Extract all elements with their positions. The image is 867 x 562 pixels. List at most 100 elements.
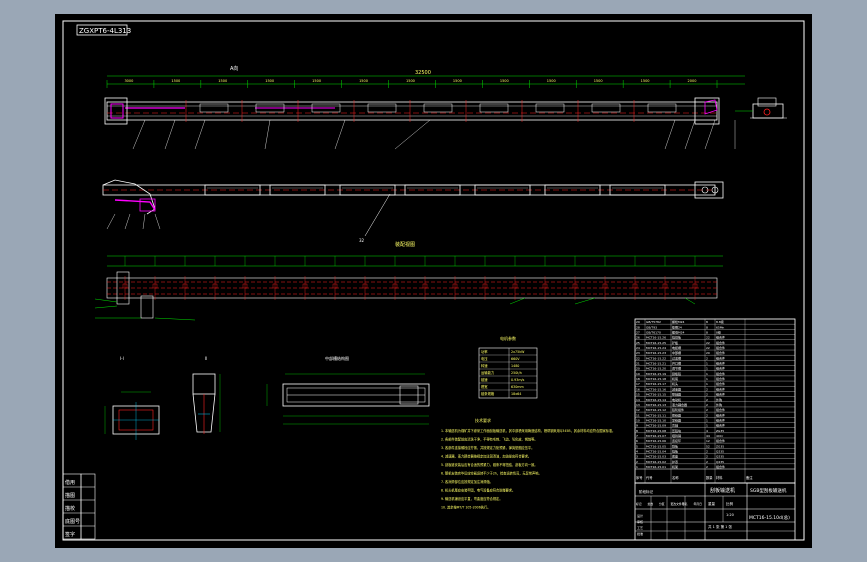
bom-cell: MCT16-15.14 — [646, 398, 666, 402]
section-top-label: A向 — [230, 65, 238, 72]
bom-cell: 拨链器 — [672, 412, 681, 417]
legend-key: 电压 — [481, 356, 488, 361]
bom-cell: 电缆槽 — [672, 345, 681, 350]
svg-text:32: 32 — [359, 238, 365, 243]
bom-cell: 14 — [636, 398, 640, 402]
tb-col: 标记 — [636, 502, 642, 506]
legend-key: 转速 — [481, 363, 488, 368]
bom-cell: MCT16-15.26 — [646, 336, 666, 340]
motor-params-table: 电机参数 功率 2x75kW 电压 660V 转速 1480 运输能力 250t/h 链速 0.9… — [478, 335, 538, 399]
bom-cell: 3 — [636, 455, 638, 459]
technical-notes: 技术要求 1. 本输送机为煤矿井下综采工作面刮板输送机，其中部槽采用铸造结构，槽… — [441, 417, 615, 510]
bom-cell: 9 — [636, 424, 638, 428]
elevation-view: A向 32500 3000 1500 1500 1500 1500 1500 1500 150… — [104, 65, 787, 150]
bom-cell: 外购 — [716, 402, 722, 407]
tb-row: 批准 — [637, 531, 643, 536]
legend-value: 1480 — [511, 364, 519, 368]
bom-cell: 11 — [636, 413, 640, 417]
legend-rows: 功率 2x75kW 电压 660V 转速 1480 运输能力 250t/h 链速 0.93m/s 槽… — [479, 349, 537, 396]
bom-cell: 12 — [706, 439, 710, 443]
detail-b-label: II — [205, 356, 207, 361]
bom-cell: Q235 — [716, 460, 724, 464]
dim-label: 1500 — [265, 79, 274, 83]
bom-cell: 26 — [636, 336, 640, 340]
bom-cell: MCT16-15.05 — [646, 444, 666, 448]
bom-cell: 组合件 — [716, 340, 725, 345]
bom-cell: 27 — [636, 331, 640, 335]
bom-cell: GB/T6170 — [646, 331, 661, 335]
bom-cell: 2 — [706, 449, 708, 453]
bom-cell: MCT16-15.13 — [646, 403, 666, 407]
bom-cell: 机尾 — [672, 376, 678, 381]
bom-cell: 组合件 — [716, 335, 725, 340]
bom-cell: 22 — [706, 341, 710, 345]
bom-cell: 15 — [636, 393, 640, 397]
note-line: 3. 各部件连接螺栓应拧紧，并按规定力矩预紧，弹簧垫圈应压平。 — [441, 445, 534, 450]
bom-cell: 4 — [636, 449, 638, 453]
bom-cell: MCT16-15.02 — [646, 460, 666, 464]
bom-cell: MCT16-15.08 — [646, 429, 666, 433]
bom-cell: 垫圈24 — [672, 324, 682, 329]
bom-cell: 过渡槽 — [672, 355, 681, 360]
bom-cell: 1 — [706, 377, 708, 381]
notes-title: 技术要求 — [475, 417, 491, 423]
legend-key: 功率 — [481, 349, 488, 354]
bom-cell: 7 — [636, 434, 638, 438]
bom-cell: 1 — [706, 424, 708, 428]
bom-header-cell: 材料 — [716, 475, 723, 480]
bom-cell: 10 — [636, 418, 640, 422]
bom-cell: 哑铃销 — [672, 433, 681, 438]
bom-cell: 挡板 — [672, 448, 678, 453]
bom-cell: 24 — [636, 346, 640, 350]
dim-label: 3000 — [124, 79, 133, 83]
legend-title: 电机参数 — [500, 335, 516, 341]
note-line: 2. 各部件装配前应清洗干净，不得有毛刺、飞边、氧化皮、锈蚀等。 — [441, 437, 538, 442]
legend-value: 2x75kW — [511, 350, 525, 354]
bom-cell: 25 — [636, 341, 640, 345]
bom-cell: 16 — [636, 387, 640, 391]
overall-length: 32500 — [415, 70, 431, 76]
bom-header-cell: 代号 — [646, 475, 653, 480]
end-view — [735, 97, 787, 119]
bom-cell: 18 — [636, 377, 640, 381]
bom-cell: 挡煤板 — [672, 335, 681, 340]
top-dimension-ticks: 3000 1500 1500 1500 1500 1500 1500 1500 1500 1500… — [106, 79, 718, 88]
dim-label: 1500 — [453, 79, 462, 83]
bom-header-cell: 序号 — [636, 475, 643, 480]
tb-weight: 重量 — [708, 501, 716, 506]
bom-cell: 组合件 — [716, 350, 725, 355]
detail-a-label: I-I — [120, 356, 124, 361]
strip-label-1: 描图 — [65, 492, 75, 499]
detail-ii: II — [192, 356, 221, 434]
bom-cell: GB/T93 — [646, 325, 657, 329]
bom-cell: 螺母M24 — [672, 330, 684, 335]
bom-cell: 铲板 — [672, 340, 678, 345]
bom-cell: MCT16-15.24 — [646, 346, 666, 350]
bom-cell: 52 — [706, 444, 710, 448]
bom-cell: MCT16-15.17 — [646, 382, 666, 386]
bom-cell: 19 — [636, 372, 640, 376]
tb-scale: 比例 — [726, 501, 734, 506]
bom-cell: 组合件 — [716, 438, 725, 443]
bom-cell: MCT16-15.16 — [646, 387, 666, 391]
bom-cell: 4 — [706, 429, 708, 433]
bom-cell: MCT16-15.21 — [646, 362, 666, 366]
note-line: 5. 刮板链安装后应有合适的预紧力，链条不得扭结，刮板方向一致。 — [441, 462, 538, 467]
bom-cell: 外购 — [716, 397, 722, 402]
bom-cell: MCT16-15.01 — [646, 465, 666, 469]
bom-cell: MCT16-15.04 — [646, 449, 666, 453]
bom-cell: 2 — [706, 403, 708, 407]
bom-cell: 44 — [706, 434, 710, 438]
bom-cell: 组合件 — [716, 361, 725, 366]
bom-cell: Q235 — [716, 449, 724, 453]
legend-key: 链条规格 — [481, 391, 495, 396]
note-line: 9. 输送机铺设应平直，弯曲度应符合规定。 — [441, 496, 502, 501]
bom-cell: MCT16-15.09 — [646, 424, 666, 428]
assembly-view: 装配视图 — [94, 241, 723, 321]
bom-cell: 23 — [636, 351, 640, 355]
bom-cell: 盲轴 — [672, 423, 678, 428]
legend-key: 链速 — [481, 377, 488, 382]
bom-cell: MCT16-15.11 — [646, 413, 666, 417]
note-line: 10. 其余按MT/T 105-2006执行。 — [441, 505, 490, 510]
bom-cell: 连接环 — [672, 438, 681, 443]
